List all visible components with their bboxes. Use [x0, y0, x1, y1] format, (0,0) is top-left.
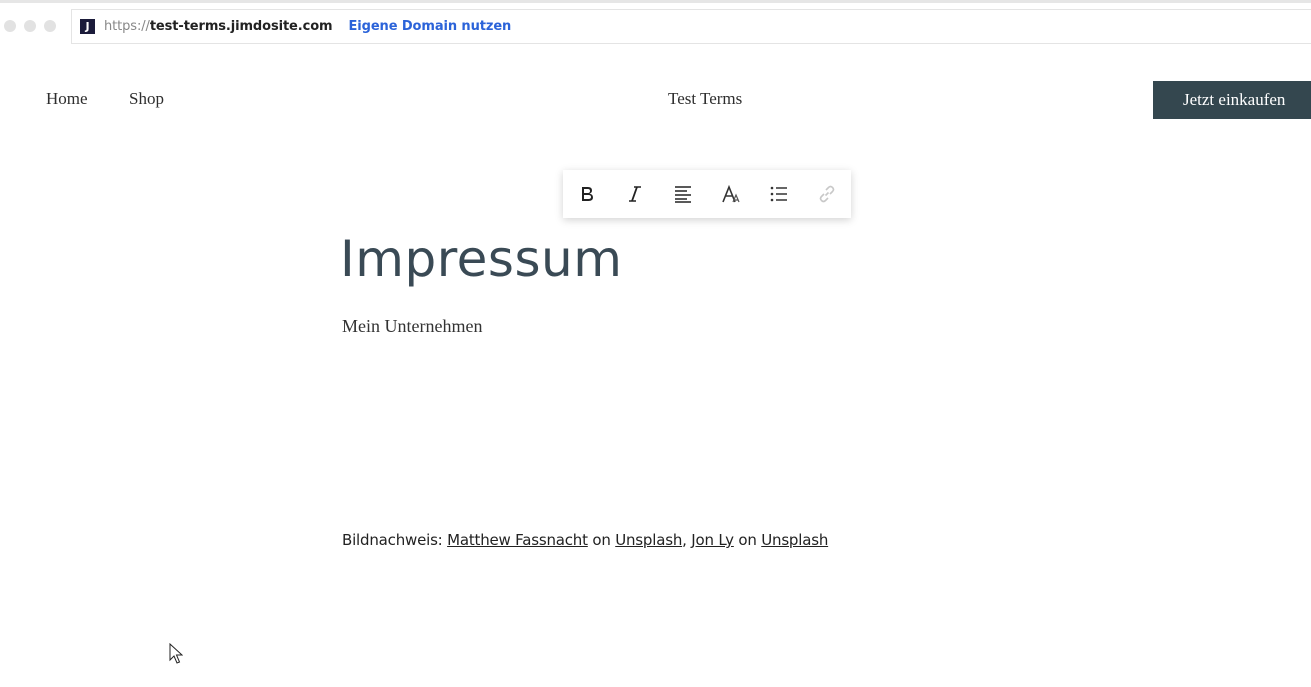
align-left-icon	[675, 186, 691, 203]
font-style-icon	[722, 185, 740, 203]
window-controls	[4, 20, 56, 32]
image-credits: Bildnachweis: Matthew Fassnacht on Unspl…	[342, 531, 828, 549]
italic-icon	[629, 186, 641, 202]
jimdo-logo-icon: J	[80, 19, 95, 34]
credit-source-1-link[interactable]: Unsplash	[615, 531, 682, 549]
mouse-cursor-icon	[169, 643, 183, 664]
bold-icon	[582, 187, 593, 201]
address-bar[interactable]: J https://test-terms.jimdosite.com Eigen…	[71, 9, 1311, 44]
window-close-dot[interactable]	[4, 20, 16, 32]
custom-domain-link[interactable]: Eigene Domain nutzen	[349, 19, 512, 34]
window-maximize-dot[interactable]	[44, 20, 56, 32]
font-style-button[interactable]	[707, 170, 755, 218]
url-text[interactable]: https://test-terms.jimdosite.com	[104, 19, 333, 34]
credits-separator: ,	[682, 531, 692, 549]
nav-item-home[interactable]: Home	[46, 89, 88, 109]
credit-source-2-link[interactable]: Unsplash	[761, 531, 828, 549]
link-icon	[819, 185, 835, 203]
shop-now-button[interactable]: Jetzt einkaufen	[1153, 81, 1311, 119]
text-format-toolbar	[563, 170, 851, 218]
credits-on-1: on	[587, 531, 616, 549]
credits-on-2: on	[733, 531, 762, 549]
page-title[interactable]: Impressum	[340, 230, 622, 288]
company-name-text[interactable]: Mein Unternehmen	[342, 316, 482, 337]
credit-author-1-link[interactable]: Matthew Fassnacht	[447, 531, 588, 549]
list-button[interactable]	[755, 170, 803, 218]
link-button[interactable]	[803, 170, 851, 218]
url-host: test-terms.jimdosite.com	[149, 19, 333, 34]
url-scheme: https://	[104, 19, 150, 34]
window-top-border	[0, 0, 1311, 3]
site-title[interactable]: Test Terms	[668, 89, 742, 109]
bold-button[interactable]	[563, 170, 611, 218]
align-left-button[interactable]	[659, 170, 707, 218]
credit-author-2-link[interactable]: Jon Ly	[691, 531, 734, 549]
nav-item-shop[interactable]: Shop	[129, 89, 164, 109]
italic-button[interactable]	[611, 170, 659, 218]
list-icon	[770, 186, 787, 202]
window-minimize-dot[interactable]	[24, 20, 36, 32]
credits-prefix: Bildnachweis:	[342, 531, 448, 549]
